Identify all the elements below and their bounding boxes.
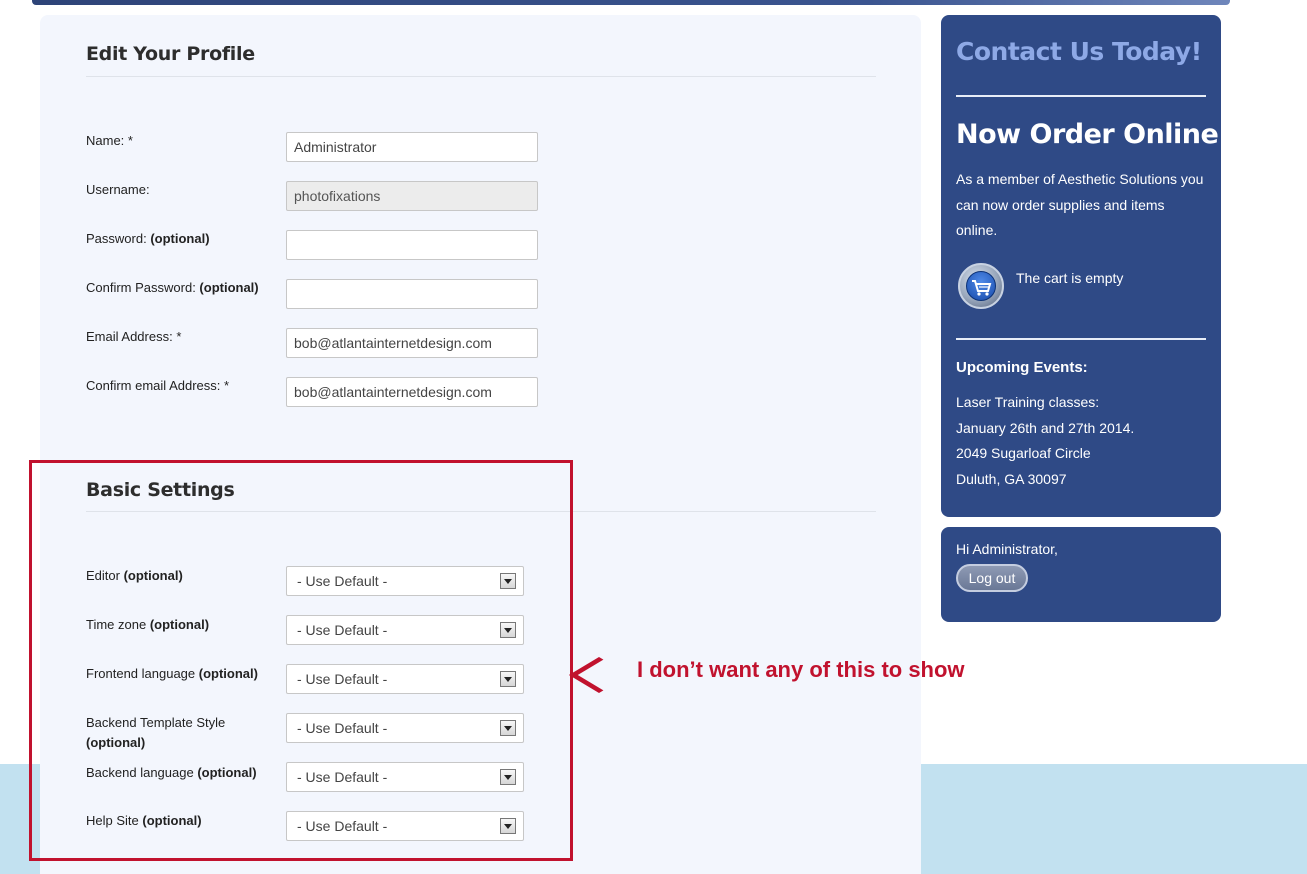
- confirm-email-field[interactable]: bob@atlantainternetdesign.com: [286, 377, 538, 407]
- event-line: Duluth, GA 30097: [956, 470, 1067, 487]
- greeting-text: Hi Administrator,: [956, 541, 1058, 557]
- profile-title-divider: [86, 76, 876, 77]
- confirm-email-label: Confirm email Address: *: [86, 378, 230, 393]
- event-line: January 26th and 27th 2014.: [956, 419, 1135, 436]
- top-header-bar: [32, 0, 1230, 5]
- annotation-highlight-box: [29, 460, 573, 861]
- username-label: Username:: [86, 182, 150, 197]
- password-label: Password: (optional): [86, 231, 210, 246]
- sidebar-contact-panel: Contact Us Today! Now Order Online! As a…: [941, 15, 1231, 517]
- profile-section-title: Edit Your Profile: [86, 43, 255, 65]
- contact-us-link[interactable]: Contact Us Today!: [956, 37, 1202, 66]
- confirm-password-field[interactable]: [286, 279, 538, 309]
- sidebar-divider: [956, 95, 1206, 97]
- cart-status: The cart is empty: [1016, 270, 1124, 286]
- shopping-cart-icon[interactable]: [958, 263, 1004, 309]
- order-online-title: Now Order Online!: [956, 119, 1231, 150]
- event-line: Laser Training classes:: [956, 394, 1100, 410]
- order-online-text: As a member of Aesthetic Solutions you c…: [956, 171, 1204, 238]
- password-field[interactable]: [286, 230, 538, 260]
- upcoming-events-title: Upcoming Events:: [956, 359, 1088, 376]
- confirm-password-label: Confirm Password: (optional): [86, 280, 259, 295]
- name-field[interactable]: Administrator: [286, 132, 538, 162]
- upcoming-events-list: Laser Training classes: January 26th and…: [956, 390, 1208, 492]
- event-line: 2049 Sugarloaf Circle: [956, 445, 1091, 461]
- sidebar-login-panel: Hi Administrator, Log out: [941, 527, 1221, 622]
- logout-button[interactable]: Log out: [956, 564, 1028, 592]
- name-label: Name: *: [86, 133, 133, 148]
- annotation-text: I don’t want any of this to show: [637, 657, 965, 682]
- email-field[interactable]: bob@atlantainternetdesign.com: [286, 328, 538, 358]
- sidebar-divider: [956, 338, 1206, 340]
- username-field: photofixations: [286, 181, 538, 211]
- email-label: Email Address: *: [86, 329, 182, 344]
